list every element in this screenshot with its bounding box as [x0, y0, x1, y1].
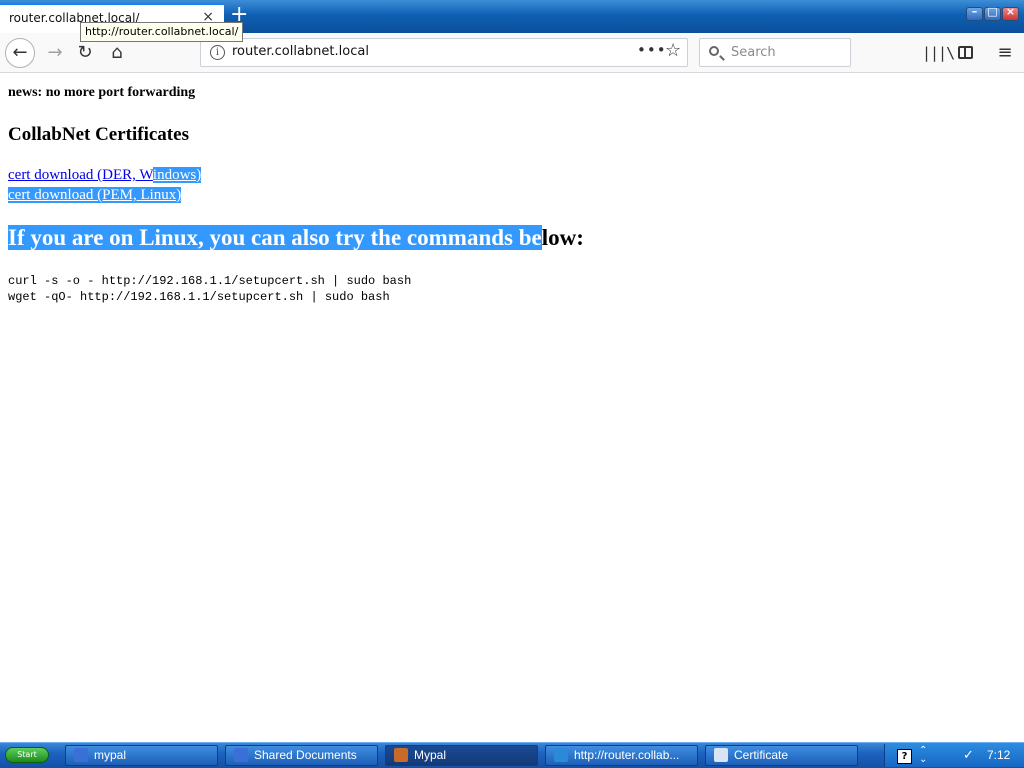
link-tooltip: http://router.collabnet.local/ [80, 22, 244, 42]
start-button[interactable]: Start [5, 747, 49, 763]
url-host: router.collabnet.local [232, 44, 369, 59]
search-input[interactable]: Search [699, 38, 851, 67]
reload-button[interactable]: ↻ [70, 38, 100, 68]
page-actions-icon[interactable]: ••• [637, 41, 667, 59]
certificate-icon [714, 748, 728, 762]
bookmark-star-icon[interactable]: ☆ [665, 40, 681, 61]
browser-icon [394, 748, 408, 762]
chevron-icon[interactable]: ⌃ ⌄ [919, 746, 927, 765]
info-icon[interactable]: i [210, 45, 225, 60]
page-content: news: no more port forwarding CollabNet … [0, 74, 1024, 742]
wget-command: wget -qO- http://192.168.1.1/setupcert.s… [8, 290, 390, 304]
home-button[interactable]: ⌂ [102, 38, 132, 68]
ie-icon [554, 748, 568, 762]
curl-command: curl -s -o - http://192.168.1.1/setupcer… [8, 274, 412, 288]
taskbar: Start mypal Shared Documents Mypal http:… [0, 742, 1024, 768]
clock[interactable]: 7:12 [987, 748, 1010, 762]
sidebar-icon[interactable] [954, 38, 978, 68]
minimize-button[interactable]: – [966, 5, 983, 21]
network-icon[interactable]: ✓ [963, 748, 974, 763]
back-button[interactable]: ← [5, 38, 35, 68]
linux-commands-heading: If you are on Linux, you can also try th… [8, 225, 584, 250]
cert-download-pem-link[interactable]: cert download (PEM, Linux) [8, 187, 182, 204]
selected-heading-text: If you are on Linux, you can also try th… [8, 225, 542, 250]
taskbar-item-shared-documents[interactable]: Shared Documents [225, 745, 378, 766]
taskbar-item-mypal[interactable]: mypal [65, 745, 218, 766]
taskbar-item-router[interactable]: http://router.collab... [545, 745, 698, 766]
search-placeholder: Search [731, 45, 776, 60]
library-icon[interactable]: |||\ [922, 38, 955, 68]
search-icon [709, 46, 719, 56]
close-window-button[interactable]: × [1002, 5, 1019, 21]
maximize-button[interactable]: □ [984, 5, 1001, 21]
taskbar-item-certificate[interactable]: Certificate [705, 745, 858, 766]
url-bar[interactable]: i router.collabnet.local ••• ☆ [200, 38, 688, 67]
url-text[interactable]: router.collabnet.local [232, 44, 369, 59]
system-tray: ? ⌃ ⌄ ✓ 7:12 [884, 744, 1024, 767]
app-icon [74, 748, 88, 762]
news-text: news: no more port forwarding [8, 85, 196, 100]
forward-button[interactable]: → [40, 38, 70, 68]
hamburger-menu-icon[interactable]: ≡ [993, 38, 1017, 68]
page-heading: CollabNet Certificates [8, 124, 189, 145]
taskbar-item-mypal-browser[interactable]: Mypal [385, 745, 538, 766]
command-block: curl -s -o - http://192.168.1.1/setupcer… [8, 273, 411, 305]
help-icon[interactable]: ? [897, 749, 912, 764]
folder-icon [234, 748, 248, 762]
cert-download-der-link[interactable]: cert download (DER, Windows) [8, 167, 202, 184]
selected-text: indows) [152, 167, 202, 183]
